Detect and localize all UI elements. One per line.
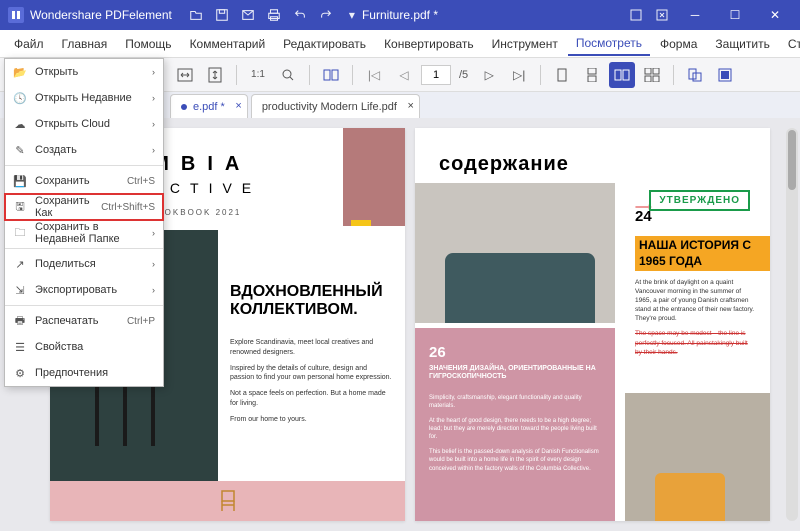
cloud-icon: ☁ (13, 117, 27, 131)
mail-icon[interactable] (238, 5, 258, 25)
design-heading: ЗНАЧЕНИЯ ДИЗАЙНА, ОРИЕНТИРОВАННЫЕ НА ГИГ… (429, 365, 601, 382)
menu-save-as[interactable]: 🖫Сохранить КакCtrl+Shift+S (5, 194, 163, 220)
tab-productivity[interactable]: productivity Modern Life.pdf × (251, 94, 420, 118)
page-number-26: 26 (429, 344, 601, 361)
fit-page-icon[interactable] (202, 62, 228, 88)
decorative-image (343, 128, 405, 226)
menu-home[interactable]: Главная (54, 33, 116, 55)
two-scroll-icon[interactable] (639, 62, 665, 88)
pink-panel: 26 ЗНАЧЕНИЯ ДИЗАЙНА, ОРИЕНТИРОВАННЫЕ НА … (415, 328, 615, 521)
prev-page-icon[interactable]: ◁ (391, 62, 417, 88)
page-number-input[interactable] (421, 65, 451, 85)
close-button[interactable]: ✕ (758, 0, 792, 30)
menu-page[interactable]: Страница (780, 33, 800, 55)
savefolder-icon: 🗀 (13, 226, 27, 240)
read-mode-icon[interactable] (318, 62, 344, 88)
last-page-icon[interactable]: ▷| (506, 62, 532, 88)
page-body: Explore Scandinavia, meet local creative… (230, 338, 393, 431)
menu-export[interactable]: ⇲Экспортировать› (5, 277, 163, 303)
menu-view[interactable]: Посмотреть (568, 32, 650, 56)
menu-edit[interactable]: Редактировать (275, 33, 374, 55)
menu-print[interactable]: 🖶РаспечататьCtrl+P (5, 308, 163, 334)
menu-create[interactable]: ✎Создать› (5, 137, 163, 163)
menu-protect[interactable]: Защитить (707, 33, 777, 55)
dropdown-icon[interactable]: ▾ (342, 5, 362, 25)
menu-open[interactable]: 📂Открыть› (5, 59, 163, 85)
menu-bar: Файл Главная Помощь Комментарий Редактир… (0, 30, 800, 58)
menu-form[interactable]: Форма (652, 33, 705, 55)
bg-icon[interactable] (712, 62, 738, 88)
print-icon[interactable] (264, 5, 284, 25)
close-icon[interactable]: × (408, 100, 414, 112)
open-icon: 📂 (13, 65, 27, 79)
undo-icon[interactable] (290, 5, 310, 25)
props-icon: ☰ (13, 340, 27, 354)
redo-icon[interactable] (316, 5, 336, 25)
menu-tool[interactable]: Инструмент (484, 33, 566, 55)
single-page-icon[interactable] (549, 62, 575, 88)
two-page-icon[interactable] (609, 62, 635, 88)
zoom-icon[interactable] (275, 62, 301, 88)
contents-title: содержание (439, 153, 569, 176)
prefs-icon: ⚙ (13, 366, 27, 380)
menu-open-cloud[interactable]: ☁Открыть Cloud› (5, 111, 163, 137)
rotate-icon[interactable] (682, 62, 708, 88)
menu-share[interactable]: ↗Поделиться› (5, 251, 163, 277)
menu-file[interactable]: Файл (6, 33, 52, 55)
save-icon: 💾 (13, 174, 27, 188)
design-body: Simplicity, craftsmanship, elegant funct… (429, 394, 601, 473)
yellow-chair-image (625, 393, 770, 521)
menu-convert[interactable]: Конвертировать (376, 33, 482, 55)
file-menu: 📂Открыть› 🕓Открыть Недавние› ☁Открыть Cl… (4, 58, 164, 387)
tab-label: productivity Modern Life.pdf (262, 101, 397, 113)
history-text: At the brink of daylight on a quaint Van… (635, 278, 755, 357)
pdf-page-right: содержание ⟶ УТВЕРЖДЕНО 24 НАША ИСТОРИЯ … (415, 128, 770, 521)
menu-properties[interactable]: ☰Свойства (5, 334, 163, 360)
share-icon: ↗ (13, 257, 27, 271)
approved-stamp: УТВЕРЖДЕНО (649, 190, 750, 211)
close-icon[interactable]: × (235, 100, 241, 112)
help-icon[interactable] (652, 5, 672, 25)
expand-icon[interactable] (626, 5, 646, 25)
recent-icon: 🕓 (13, 91, 27, 105)
app-name: Wondershare PDFelement (30, 8, 172, 22)
sofa-image (415, 183, 615, 323)
vertical-scrollbar[interactable] (786, 128, 798, 521)
minimize-button[interactable]: ─ (678, 0, 712, 30)
menu-open-recent[interactable]: 🕓Открыть Недавние› (5, 85, 163, 111)
tab-label: e.pdf * (193, 101, 225, 113)
history-heading: НАША ИСТОРИЯ С 1965 ГОДА (635, 236, 770, 271)
menu-preferences[interactable]: ⚙Предпочтения (5, 360, 163, 386)
next-page-icon[interactable]: ▷ (476, 62, 502, 88)
fit-width-icon[interactable] (172, 62, 198, 88)
menu-comment[interactable]: Комментарий (182, 33, 274, 55)
file-title: Furniture.pdf * (362, 8, 438, 22)
first-page-icon[interactable]: |◁ (361, 62, 387, 88)
page-footer (50, 481, 405, 521)
print-icon: 🖶 (13, 314, 27, 328)
zoom-100-icon[interactable]: 1:1 (245, 62, 271, 88)
save-icon[interactable] (212, 5, 232, 25)
page-heading: ВДОХНОВЛЕННЫЙ КОЛЛЕКТИВОМ. (230, 283, 393, 318)
tab-indicator (181, 104, 187, 110)
open-icon[interactable] (186, 5, 206, 25)
page-number-24: 24 (635, 208, 652, 225)
maximize-button[interactable]: ☐ (718, 0, 752, 30)
app-logo (8, 7, 24, 23)
page-total: /5 (459, 69, 468, 81)
title-bar: Wondershare PDFelement ▾ Furniture.pdf *… (0, 0, 800, 30)
menu-save[interactable]: 💾СохранитьCtrl+S (5, 168, 163, 194)
tab-furniture[interactable]: e.pdf * × (170, 94, 248, 118)
continuous-icon[interactable] (579, 62, 605, 88)
saveas-icon: 🖫 (13, 200, 27, 214)
create-icon: ✎ (13, 143, 27, 157)
export-icon: ⇲ (13, 283, 27, 297)
menu-help[interactable]: Помощь (117, 33, 179, 55)
menu-save-recent-folder[interactable]: 🗀Сохранить в Недавней Папке› (5, 220, 163, 246)
